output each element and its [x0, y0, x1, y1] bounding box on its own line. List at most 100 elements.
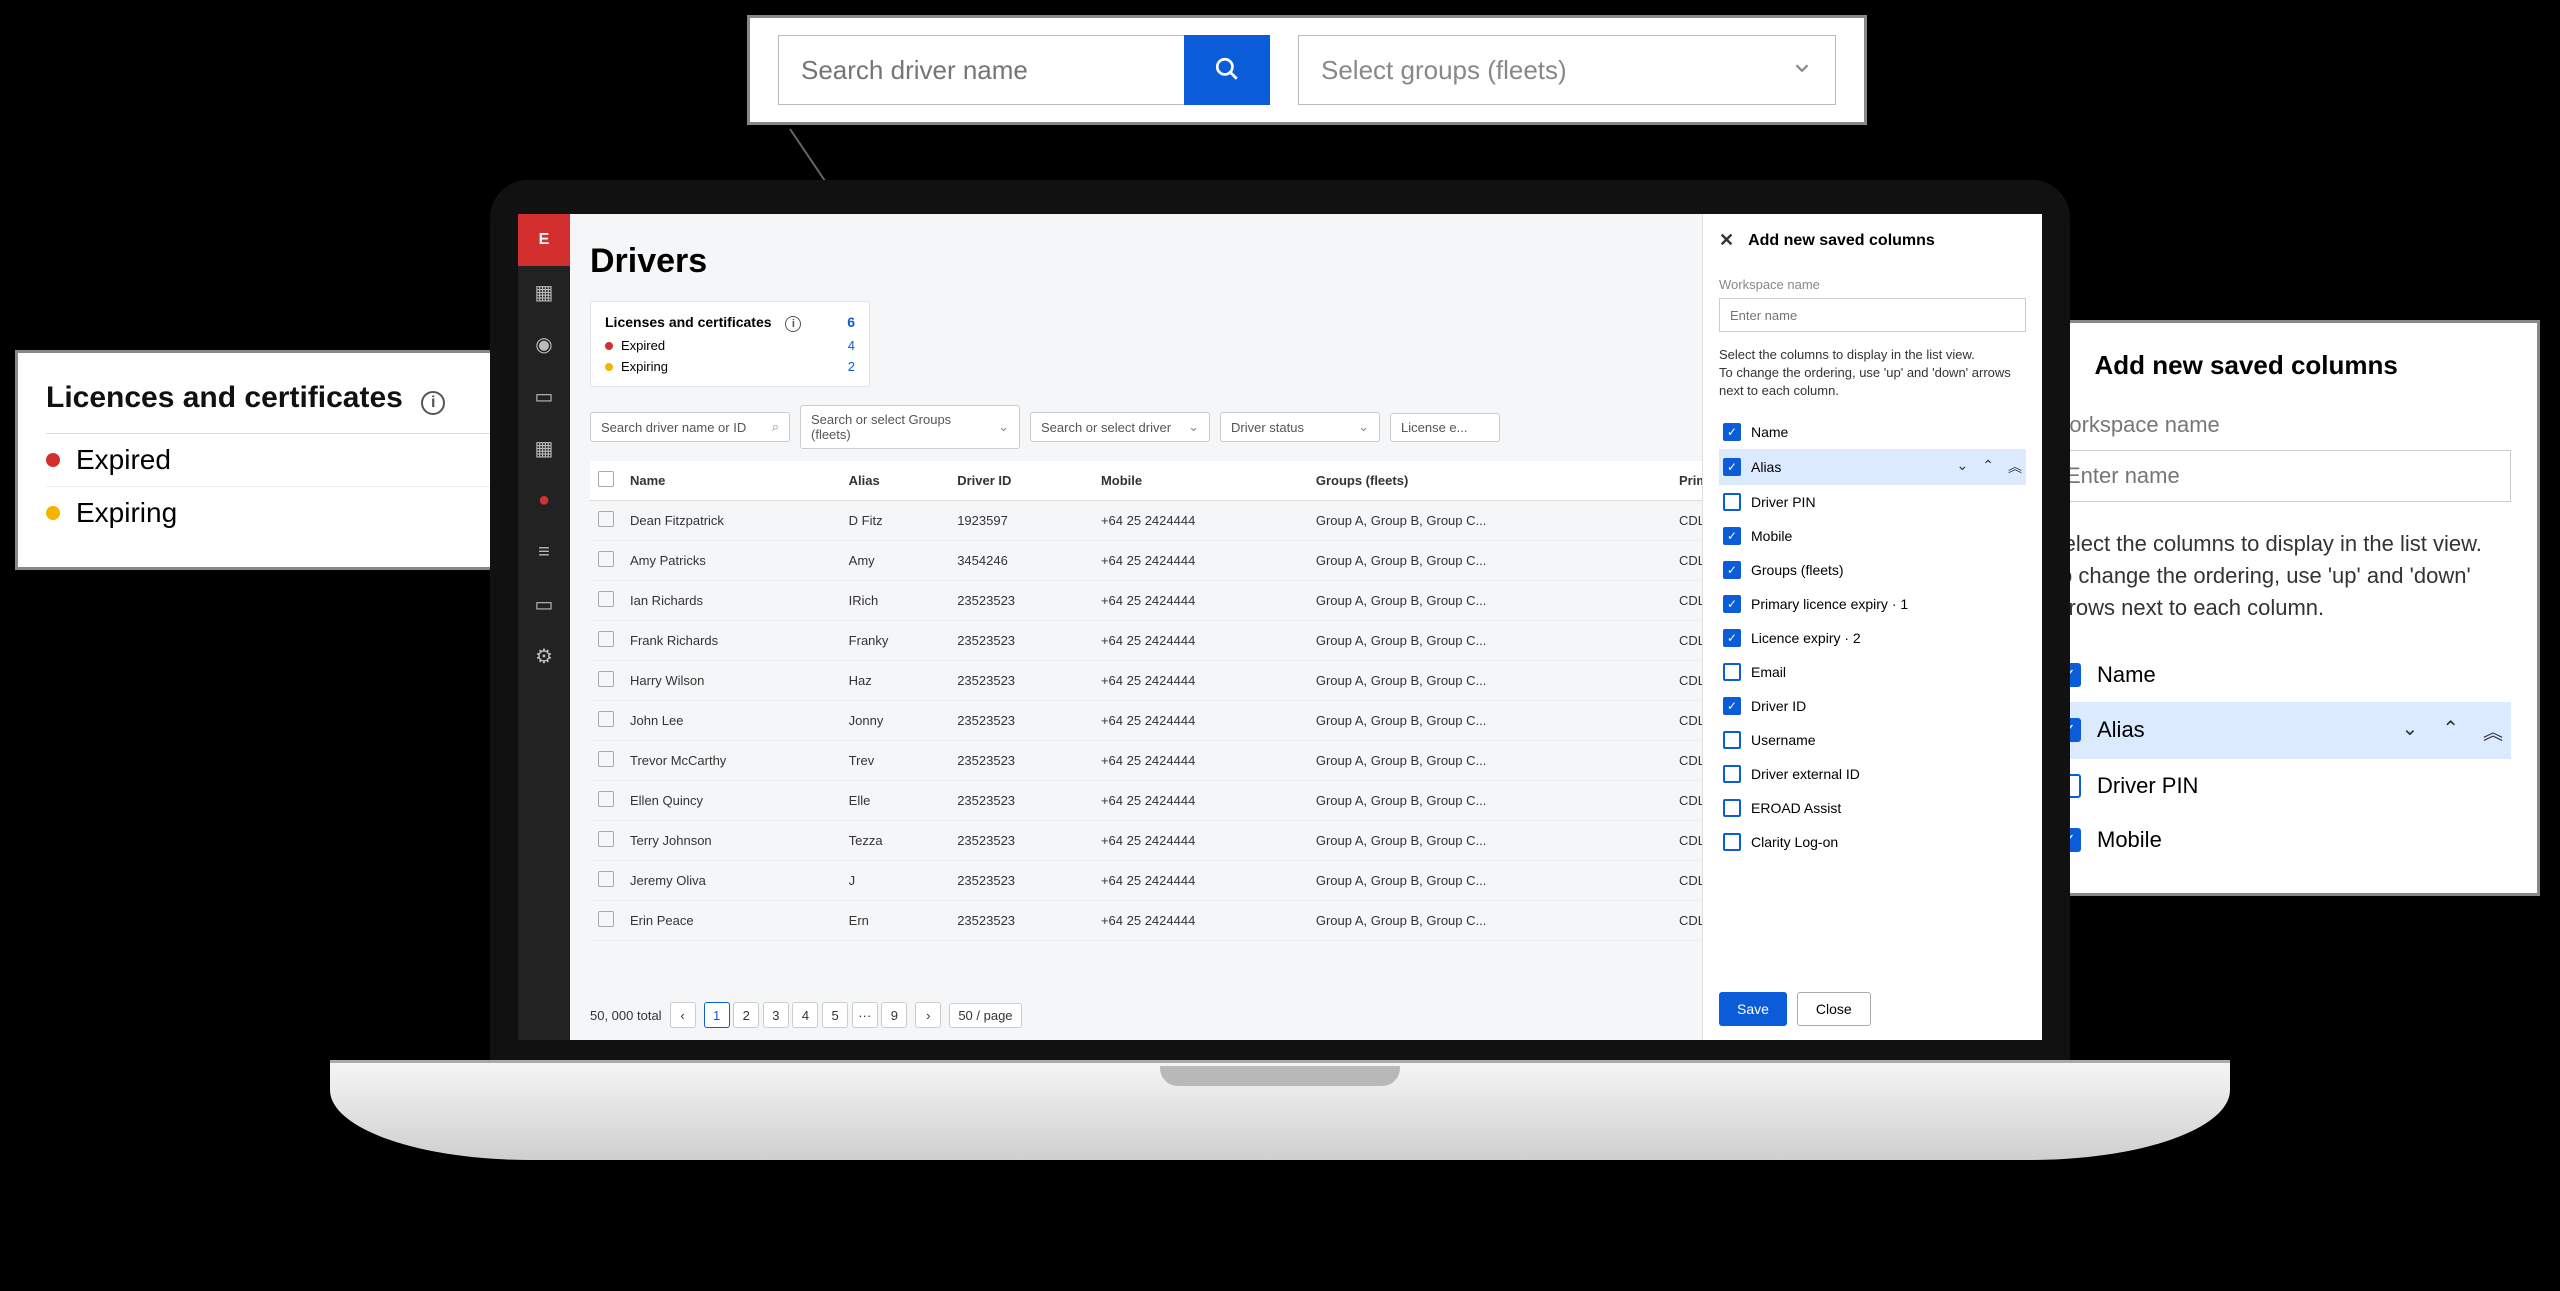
summary-total: 6 [847, 314, 855, 332]
row-checkbox[interactable] [598, 751, 614, 767]
checkbox[interactable]: ✓ [1723, 629, 1741, 647]
info-icon[interactable]: i [421, 391, 445, 415]
page-prev-button[interactable]: ‹ [670, 1002, 696, 1028]
chevron-down-icon[interactable]: ⌄ [1957, 457, 1969, 477]
person-icon[interactable]: ● [518, 474, 570, 526]
row-checkbox[interactable] [598, 791, 614, 807]
save-button[interactable]: Save [1719, 992, 1787, 1026]
row-checkbox[interactable] [598, 711, 614, 727]
column-option[interactable]: ✓Alias ⌄⌃︽ [2049, 702, 2511, 759]
filter-status[interactable]: Driver status⌄ [1220, 412, 1380, 442]
table-column-header[interactable]: Alias [841, 461, 950, 501]
document-icon[interactable]: ▭ [518, 578, 570, 630]
checkbox[interactable] [1723, 663, 1741, 681]
info-icon[interactable]: i [785, 316, 801, 332]
select-all-checkbox[interactable] [598, 471, 614, 487]
columns-callout: ✕ Add new saved columns Workspace name S… [2020, 320, 2540, 896]
panel-column-option[interactable]: Clarity Log-on [1719, 825, 2026, 859]
column-option[interactable]: ✓Mobile [2049, 813, 2511, 867]
group-select-dropdown[interactable]: Select groups (fleets) [1298, 35, 1836, 105]
panel-column-option[interactable]: ✓Mobile [1719, 519, 2026, 553]
gear-icon[interactable]: ⚙ [518, 630, 570, 682]
row-checkbox[interactable] [598, 591, 614, 607]
filter-search-driver[interactable]: Search driver name or ID⌕ [590, 412, 790, 442]
search-button[interactable] [1184, 35, 1270, 105]
checkbox[interactable] [1723, 493, 1741, 511]
row-checkbox[interactable] [598, 631, 614, 647]
close-button[interactable]: Close [1797, 992, 1871, 1026]
checkbox[interactable] [1723, 765, 1741, 783]
panel-column-option[interactable]: ✓Alias ⌄⌃︽ [1719, 449, 2026, 485]
app-logo[interactable]: E [518, 214, 570, 266]
double-chevron-up-icon[interactable]: ︽ [2483, 716, 2503, 745]
summary-row: Expired 4 [605, 338, 855, 353]
chat-icon[interactable]: ▭ [518, 370, 570, 422]
workspace-name-input[interactable] [2049, 450, 2511, 502]
page-number-button[interactable]: 9 [881, 1002, 907, 1028]
checkbox[interactable]: ✓ [1723, 595, 1741, 613]
search-driver-field-wrap [778, 35, 1270, 105]
checkbox[interactable]: ✓ [1723, 697, 1741, 715]
row-checkbox[interactable] [598, 911, 614, 927]
per-page-select[interactable]: 50 / page [949, 1003, 1021, 1028]
search-driver-input[interactable] [778, 35, 1184, 105]
page-next-button[interactable]: › [915, 1002, 941, 1028]
panel-column-option[interactable]: ✓Licence expiry · 2 [1719, 621, 2026, 655]
chevron-up-icon[interactable]: ⌃ [2442, 716, 2459, 745]
filter-license[interactable]: License e... [1390, 413, 1500, 442]
page-number-button[interactable]: 5 [822, 1002, 848, 1028]
panel-column-option[interactable]: Driver external ID [1719, 757, 2026, 791]
truck-icon[interactable]: ▦ [518, 422, 570, 474]
location-pin-icon[interactable]: ◉ [518, 318, 570, 370]
table-column-header[interactable]: Driver ID [949, 461, 1093, 501]
licences-summary-card: Licenses and certificates i 6 Expired 4 … [590, 301, 870, 387]
chevron-down-icon: ⌄ [1188, 419, 1199, 435]
page-number-button[interactable]: 3 [763, 1002, 789, 1028]
panel-column-option[interactable]: ✓Groups (fleets) [1719, 553, 2026, 587]
chevron-up-icon[interactable]: ⌃ [1982, 457, 1994, 477]
page-number-button[interactable]: ··· [852, 1002, 878, 1028]
laptop-base [330, 1060, 2230, 1160]
list-icon[interactable]: ≡ [518, 526, 570, 578]
panel-workspace-label: Workspace name [1719, 277, 2026, 292]
row-checkbox[interactable] [598, 831, 614, 847]
licence-status-row: Expiring 0 [46, 486, 554, 539]
page-number-button[interactable]: 2 [733, 1002, 759, 1028]
column-option[interactable]: ✓Name [2049, 648, 2511, 702]
page-number-button[interactable]: 4 [792, 1002, 818, 1028]
column-option[interactable]: Driver PIN [2049, 759, 2511, 813]
checkbox[interactable] [1723, 799, 1741, 817]
filter-groups[interactable]: Search or select Groups (fleets)⌄ [800, 405, 1020, 449]
row-checkbox[interactable] [598, 871, 614, 887]
panel-column-option[interactable]: ✓Driver ID [1719, 689, 2026, 723]
panel-column-option[interactable]: Username [1719, 723, 2026, 757]
table-column-header[interactable]: Mobile [1093, 461, 1308, 501]
panel-column-option[interactable]: ✓Primary licence expiry · 1 [1719, 587, 2026, 621]
double-chevron-up-icon[interactable]: ︽ [2008, 457, 2022, 477]
panel-column-option[interactable]: EROAD Assist [1719, 791, 2026, 825]
total-count: 50, 000 total [590, 1008, 662, 1023]
panel-column-option[interactable]: Driver PIN [1719, 485, 2026, 519]
chevron-down-icon[interactable]: ⌄ [2401, 716, 2418, 745]
panel-column-option[interactable]: Email [1719, 655, 2026, 689]
main-content: Drivers Licenses and certificates i 6 Ex… [570, 214, 2042, 1040]
filter-driver[interactable]: Search or select driver⌄ [1030, 412, 1210, 442]
checkbox[interactable]: ✓ [1723, 561, 1741, 579]
checkbox[interactable]: ✓ [1723, 527, 1741, 545]
row-checkbox[interactable] [598, 511, 614, 527]
checkbox[interactable]: ✓ [1723, 423, 1741, 441]
row-checkbox[interactable] [598, 551, 614, 567]
checkbox[interactable]: ✓ [1723, 458, 1741, 476]
dashboard-icon[interactable]: ▦ [518, 266, 570, 318]
page-number-button[interactable]: 1 [704, 1002, 730, 1028]
close-icon[interactable]: ✕ [1719, 230, 1734, 251]
table-column-header[interactable]: Name [622, 461, 841, 501]
table-column-header[interactable]: Groups (fleets) [1308, 461, 1671, 501]
panel-workspace-input[interactable] [1719, 298, 2026, 332]
row-checkbox[interactable] [598, 671, 614, 687]
checkbox[interactable] [1723, 833, 1741, 851]
panel-column-option[interactable]: ✓Name [1719, 415, 2026, 449]
checkbox[interactable] [1723, 731, 1741, 749]
chevron-down-icon: ⌄ [1358, 419, 1369, 435]
columns-help-text: Select the columns to display in the lis… [2049, 528, 2511, 624]
